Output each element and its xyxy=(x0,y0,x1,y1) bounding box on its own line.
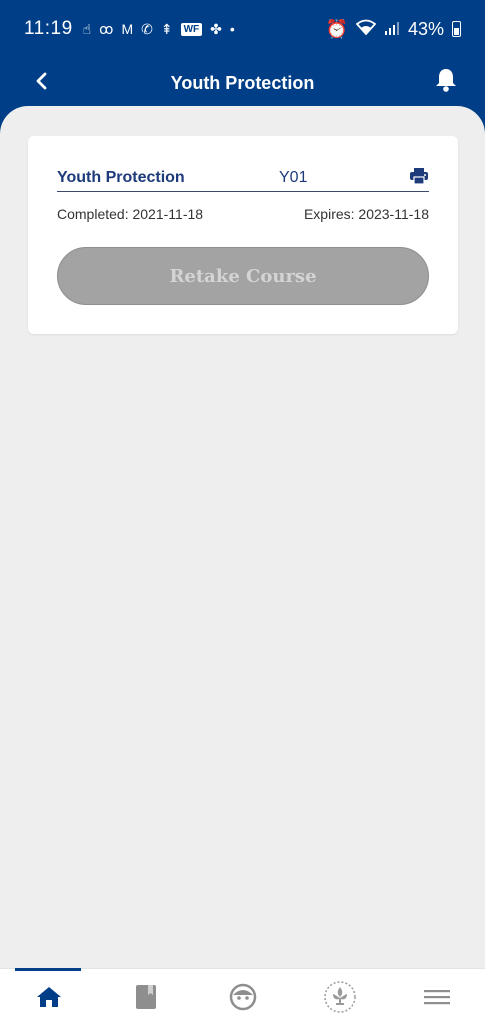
nav-awards[interactable] xyxy=(291,969,388,1024)
training-card: Youth Protection Y01 Completed: 2021-11-… xyxy=(28,136,458,334)
arrow-icon: ⇞ xyxy=(160,20,173,37)
retake-course-button[interactable]: Retake Course xyxy=(57,247,429,305)
page-title: Youth Protection xyxy=(170,72,315,93)
print-button[interactable] xyxy=(409,167,429,187)
status-bar: 11:19 ☝ ꝏ M ✆ ⇞ WF ✤ • ⏰ 43% xyxy=(0,0,485,58)
course-code: Y01 xyxy=(279,168,308,186)
home-icon xyxy=(36,986,61,1007)
mail-icon: M xyxy=(121,21,134,37)
status-time: 11:19 xyxy=(24,18,73,39)
bottom-nav xyxy=(0,968,485,1024)
expires-date: Expires: 2023-11-18 xyxy=(303,206,429,222)
back-button[interactable] xyxy=(26,66,56,96)
nav-home[interactable] xyxy=(0,968,97,1024)
dot-icon: • xyxy=(229,21,235,37)
chevron-left-icon xyxy=(36,72,47,90)
course-dates: Completed: 2021-11-18 Expires: 2023-11-1… xyxy=(57,206,429,222)
nav-menu[interactable] xyxy=(388,969,485,1024)
battery-icon xyxy=(452,21,461,37)
missed-call-icon: ✆ xyxy=(141,20,153,37)
main-content: Youth Protection Y01 Completed: 2021-11-… xyxy=(0,106,485,968)
hand-icon: ☝ xyxy=(82,20,92,37)
app-bar: Youth Protection xyxy=(0,58,485,108)
wf-app-icon: WF xyxy=(180,22,203,36)
nav-book[interactable] xyxy=(97,969,194,1024)
printer-icon xyxy=(410,168,428,185)
notification-icons: ☝ ꝏ M ✆ ⇞ WF ✤ • xyxy=(83,21,235,38)
menu-icon xyxy=(423,989,450,1004)
alarm-icon: ⏰ xyxy=(325,18,348,39)
completed-date: Completed: 2021-11-18 xyxy=(57,206,204,222)
wifi-icon xyxy=(355,19,377,40)
bell-icon xyxy=(436,69,456,92)
pinwheel-icon: ✤ xyxy=(210,20,222,37)
notifications-button[interactable] xyxy=(431,64,461,96)
voicemail-icon: ꝏ xyxy=(99,20,114,37)
face-icon xyxy=(229,983,256,1010)
course-name: Youth Protection xyxy=(57,168,185,186)
fleur-de-lis-icon xyxy=(323,980,356,1013)
book-icon xyxy=(135,984,156,1009)
system-icons: ⏰ 43% xyxy=(326,19,461,40)
battery-percent: 43% xyxy=(407,18,444,39)
signal-icon xyxy=(384,19,400,40)
card-header: Youth Protection Y01 xyxy=(57,164,429,192)
nav-profile[interactable] xyxy=(194,969,291,1024)
